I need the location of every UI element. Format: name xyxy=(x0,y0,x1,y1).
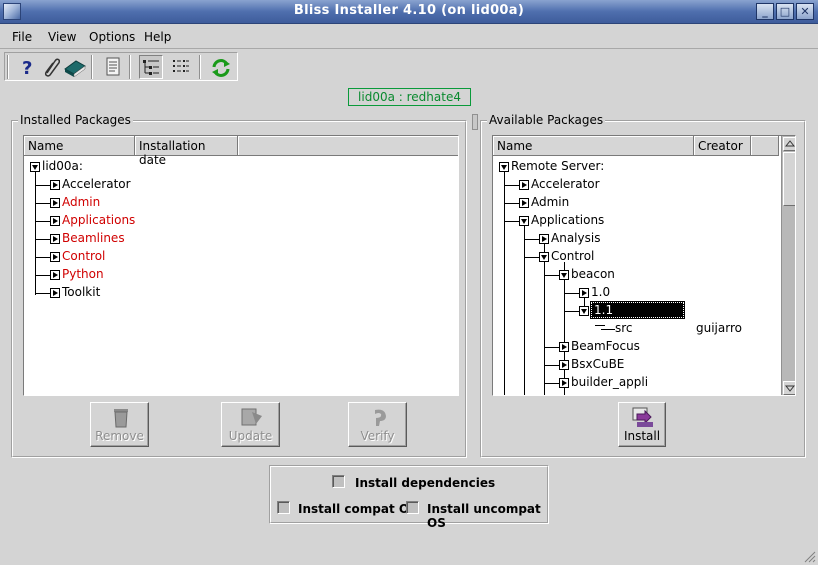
toolbar-separator xyxy=(129,55,131,79)
remove-button[interactable]: Remove xyxy=(90,402,149,447)
update-icon xyxy=(241,408,262,426)
install-dependencies-checkbox[interactable] xyxy=(332,475,345,488)
column-header-name[interactable]: Name xyxy=(24,136,135,156)
collapse-icon[interactable] xyxy=(519,216,529,226)
installed-packages-title: Installed Packages xyxy=(18,113,133,127)
svg-text:?: ? xyxy=(22,58,32,77)
resize-grip-icon[interactable] xyxy=(804,551,816,563)
column-header-filler xyxy=(751,136,779,156)
maximize-button[interactable]: □ xyxy=(776,3,794,20)
trash-icon xyxy=(114,409,128,428)
expand-icon[interactable] xyxy=(559,342,569,352)
install-icon xyxy=(632,407,653,427)
window-title: Bliss Installer 4.10 (on lid00a) xyxy=(293,3,525,18)
help-icon[interactable]: ? xyxy=(15,55,39,79)
menu-bar: File View Options Help xyxy=(0,25,818,49)
install-options-panel: Install dependencies Install compat OS I… xyxy=(269,465,549,530)
column-header-filler xyxy=(238,136,458,156)
verify-icon xyxy=(375,409,386,426)
install-compat-os-label: Install compat OS xyxy=(298,502,418,516)
expand-icon[interactable] xyxy=(579,288,589,298)
expand-icon[interactable] xyxy=(50,270,60,280)
scroll-down-button[interactable] xyxy=(783,381,795,395)
verify-button[interactable]: Verify xyxy=(348,402,407,447)
vertical-scrollbar[interactable] xyxy=(781,136,795,395)
install-uncompat-os-checkbox[interactable] xyxy=(406,501,419,514)
collapse-icon[interactable] xyxy=(499,162,509,172)
splitter-handle[interactable] xyxy=(472,114,478,130)
collapse-icon[interactable] xyxy=(579,306,589,316)
toolbar: ? xyxy=(4,52,238,81)
install-button[interactable]: Install xyxy=(618,402,666,447)
collapse-icon[interactable] xyxy=(539,252,549,262)
expand-icon[interactable] xyxy=(559,360,569,370)
column-header-creator[interactable]: Creator xyxy=(694,136,751,156)
available-packages-panel: Available Packages Name Creator Remote S… xyxy=(480,113,806,458)
expand-icon[interactable] xyxy=(50,234,60,244)
menu-file[interactable]: File xyxy=(12,30,32,44)
tree-view-icon[interactable] xyxy=(139,55,163,79)
install-dependencies-label: Install dependencies xyxy=(355,476,496,490)
available-packages-tree[interactable]: Name Creator Remote Server: Accelerator Ad… xyxy=(492,135,796,396)
expand-icon[interactable] xyxy=(519,198,529,208)
toolbar-separator xyxy=(199,55,201,79)
expand-icon[interactable] xyxy=(539,234,549,244)
update-button[interactable]: Update xyxy=(221,402,280,447)
host-label: lid00a : redhate4 xyxy=(348,88,471,106)
installed-packages-panel: Installed Packages Name Installation dat… xyxy=(11,113,467,458)
expand-icon[interactable] xyxy=(50,180,60,190)
menu-options[interactable]: Options xyxy=(89,30,135,44)
expand-icon[interactable] xyxy=(50,216,60,226)
minimize-button[interactable]: _ xyxy=(756,3,774,20)
expand-icon[interactable] xyxy=(559,378,569,388)
scroll-up-button[interactable] xyxy=(783,137,795,151)
expand-icon[interactable] xyxy=(50,288,60,298)
refresh-icon[interactable] xyxy=(209,55,233,79)
close-button[interactable]: ✕ xyxy=(796,3,814,20)
column-header-name[interactable]: Name xyxy=(493,136,694,156)
menu-view[interactable]: View xyxy=(48,30,76,44)
title-bar[interactable]: Bliss Installer 4.10 (on lid00a) _ □ ✕ xyxy=(0,0,818,24)
scroll-thumb[interactable] xyxy=(783,152,795,206)
install-uncompat-os-label: Install uncompat OS xyxy=(427,502,541,530)
install-compat-os-checkbox[interactable] xyxy=(277,501,290,514)
expand-icon[interactable] xyxy=(519,180,529,190)
toolbar-handle[interactable] xyxy=(7,55,9,79)
menu-help[interactable]: Help xyxy=(144,30,171,44)
collapse-icon[interactable] xyxy=(30,162,40,172)
expand-icon[interactable] xyxy=(50,198,60,208)
expand-icon[interactable] xyxy=(50,252,60,262)
collapse-icon[interactable] xyxy=(559,270,569,280)
column-header-installation-date[interactable]: Installation date xyxy=(135,136,238,167)
paperclip-icon[interactable] xyxy=(39,55,63,79)
installed-packages-tree[interactable]: Name Installation date lid00a: Accelerat… xyxy=(23,135,459,396)
document-icon[interactable] xyxy=(101,55,125,79)
book-icon[interactable] xyxy=(63,55,87,79)
list-view-icon[interactable] xyxy=(169,55,193,79)
available-packages-title: Available Packages xyxy=(487,113,606,127)
toolbar-separator xyxy=(91,55,93,79)
